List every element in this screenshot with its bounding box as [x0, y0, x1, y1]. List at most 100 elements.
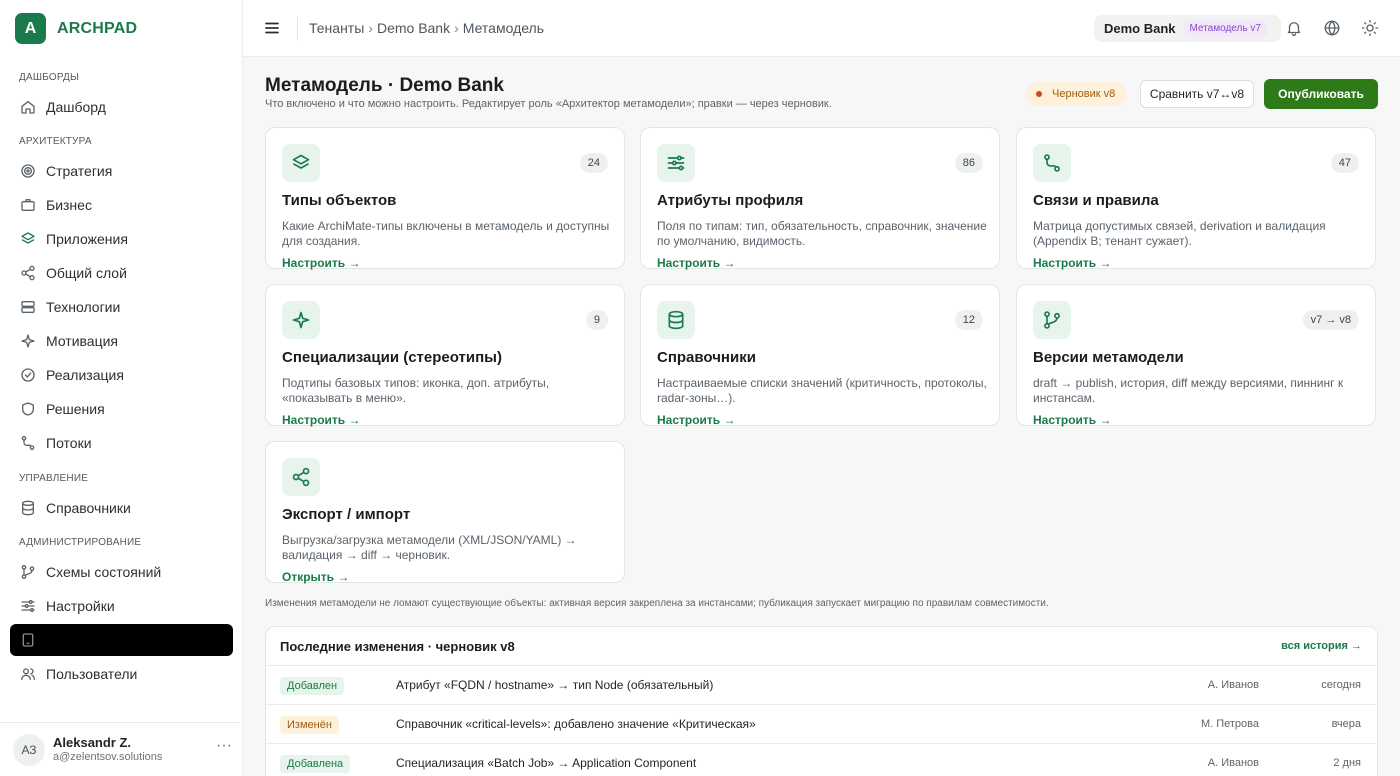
publish-button[interactable]: Опубликовать: [1264, 79, 1378, 109]
sidebar-item-dashboard[interactable]: Дашборд: [10, 91, 233, 123]
sidebar-item-label: Схемы состояний: [46, 564, 162, 580]
sidebar-item-label: Метамодель: [46, 632, 128, 648]
share-icon: [20, 265, 36, 281]
menu-icon[interactable]: [263, 19, 281, 37]
breadcrumb: Тенанты › Demo Bank › Метамодель: [309, 20, 544, 36]
tenant-switcher[interactable]: Demo Bank Метамодель v7: [1094, 15, 1281, 42]
sidebar-item-label: Бизнес: [46, 197, 92, 213]
card-object-types[interactable]: 24 Типы объектов Какие ArchiMate-типы вк…: [265, 127, 625, 270]
sidebar-item-label: Настройки: [46, 598, 115, 614]
sidebar-item-label: Общий слой: [46, 265, 127, 281]
sidebar-item-business[interactable]: Бизнес: [10, 189, 233, 221]
share-icon: [282, 458, 320, 496]
route-icon: [20, 435, 36, 451]
sliders-icon: [20, 598, 36, 614]
sidebar-item-label: Реализация: [46, 367, 124, 383]
change-row[interactable]: Изменён Справочник «critical-levels»: до…: [266, 705, 1377, 744]
sidebar-item-state-schemes[interactable]: Схемы состояний: [10, 556, 233, 588]
full-history-link[interactable]: вся история →: [1281, 640, 1362, 652]
count-badge: 12: [954, 310, 983, 330]
sparkle-icon: [20, 333, 36, 349]
sliders-icon: [657, 144, 695, 182]
count-badge: 24: [579, 153, 608, 173]
card-description: Какие ArchiMate-типы включены в метамоде…: [282, 219, 610, 248]
card-description: draft → publish, история, diff между вер…: [1033, 376, 1344, 405]
page-title: Метамодель · Demo Bank: [265, 75, 504, 96]
sidebar-item-dictionaries[interactable]: Справочники: [10, 492, 233, 524]
configure-link[interactable]: Настроить →: [1033, 256, 1112, 270]
sidebar-item-label: Приложения: [46, 231, 128, 247]
sidebar-item-settings[interactable]: Настройки: [10, 590, 233, 622]
configure-link[interactable]: Настроить →: [282, 413, 361, 427]
brand-name: ARCHPAD: [57, 19, 138, 37]
card-specializations[interactable]: 9 Специализации (стереотипы) Подтипы баз…: [265, 284, 625, 427]
card-export-import[interactable]: Экспорт / импорт Выгрузка/загрузка метам…: [265, 441, 625, 584]
sidebar-item-label: Справочники: [46, 500, 131, 516]
user-more-button[interactable]: ···: [216, 737, 232, 755]
card-metamodel-versions[interactable]: v7 → v8 Версии метамодели draft → publis…: [1016, 284, 1376, 427]
shield-icon: [20, 401, 36, 417]
card-title: Связи и правила: [1033, 192, 1159, 209]
change-row[interactable]: Добавлена Специализация «Batch Job» → Ap…: [266, 744, 1377, 776]
bell-icon[interactable]: [1285, 19, 1303, 37]
configure-link[interactable]: Настроить →: [657, 256, 736, 270]
briefcase-icon: [20, 197, 36, 213]
sidebar-item-technologies[interactable]: Технологии: [10, 291, 233, 323]
breadcrumb-tenants[interactable]: Тенанты: [309, 20, 364, 36]
database-icon: [657, 301, 695, 339]
configure-link[interactable]: Настроить →: [1033, 413, 1112, 427]
users-icon: [20, 666, 36, 682]
layers-icon: [20, 231, 36, 247]
status-badge: Изменён: [280, 716, 339, 734]
status-badge: Добавлена: [280, 755, 351, 773]
nav-section-management: УПРАВЛЕНИЕ: [19, 473, 89, 484]
nav-section-architecture: АРХИТЕКТУРА: [19, 136, 92, 147]
sidebar-item-applications[interactable]: Приложения: [10, 223, 233, 255]
breadcrumb-separator: ›: [368, 20, 373, 36]
metamodel-version-tag: Метамодель v7: [1183, 20, 1267, 37]
configure-link[interactable]: Настроить →: [657, 413, 736, 427]
globe-icon[interactable]: [1323, 19, 1341, 37]
sidebar-item-motivation[interactable]: Мотивация: [10, 325, 233, 357]
change-time: сегодня: [1321, 679, 1361, 691]
sun-icon[interactable]: [1361, 19, 1379, 37]
card-title: Типы объектов: [282, 192, 397, 209]
brand[interactable]: A ARCHPAD: [15, 13, 137, 44]
avatar[interactable]: АЗ: [13, 734, 45, 766]
sidebar-item-metamodel[interactable]: Метамодель: [10, 624, 233, 656]
change-author: А. Иванов: [1207, 757, 1259, 769]
draft-status-badge: Черновик v8: [1026, 82, 1127, 106]
breadcrumb-demo-bank[interactable]: Demo Bank: [377, 20, 450, 36]
sidebar-item-common-layer[interactable]: Общий слой: [10, 257, 233, 289]
card-profile-attributes[interactable]: 86 Атрибуты профиля Поля по типам: тип, …: [640, 127, 1000, 270]
card-dictionaries[interactable]: 12 Справочники Настраиваемые списки знач…: [640, 284, 1000, 427]
change-author: А. Иванов: [1207, 679, 1259, 691]
sidebar-item-users[interactable]: Пользователи: [10, 658, 233, 690]
compare-versions-button[interactable]: Сравнить v7↔v8: [1140, 80, 1254, 108]
change-row[interactable]: Добавлен Атрибут «FQDN / hostname» → тип…: [266, 666, 1377, 705]
card-title: Версии метамодели: [1033, 349, 1184, 366]
sparkle-icon: [282, 301, 320, 339]
sidebar-item-solutions[interactable]: Решения: [10, 393, 233, 425]
count-badge: 9: [585, 310, 608, 330]
server-icon: [20, 299, 36, 315]
sidebar-item-label: Решения: [46, 401, 105, 417]
count-badge: 47: [1330, 153, 1359, 173]
recent-changes-header: Последние изменения · черновик v8 вся ис…: [266, 627, 1377, 666]
check-circle-icon: [20, 367, 36, 383]
open-link[interactable]: Открыть →: [282, 570, 349, 584]
sidebar-item-flows[interactable]: Потоки: [10, 427, 233, 459]
draft-badge-label: Черновик v8: [1052, 88, 1116, 100]
status-badge: Добавлен: [280, 677, 345, 695]
sidebar-item-realization[interactable]: Реализация: [10, 359, 233, 391]
compatibility-note: Изменения метамодели не ломают существую…: [265, 598, 1049, 609]
configure-link[interactable]: Настроить →: [282, 256, 361, 270]
status-dot-icon: [1036, 91, 1042, 97]
sidebar-item-label: Потоки: [46, 435, 92, 451]
change-time: 2 дня: [1333, 757, 1361, 769]
card-relations-rules[interactable]: 47 Связи и правила Матрица допустимых св…: [1016, 127, 1376, 270]
card-description: Поля по типам: тип, обязательность, спра…: [657, 219, 987, 248]
card-title: Справочники: [657, 349, 756, 366]
sidebar-item-strategy[interactable]: Стратегия: [10, 155, 233, 187]
git-branch-icon: [20, 564, 36, 580]
